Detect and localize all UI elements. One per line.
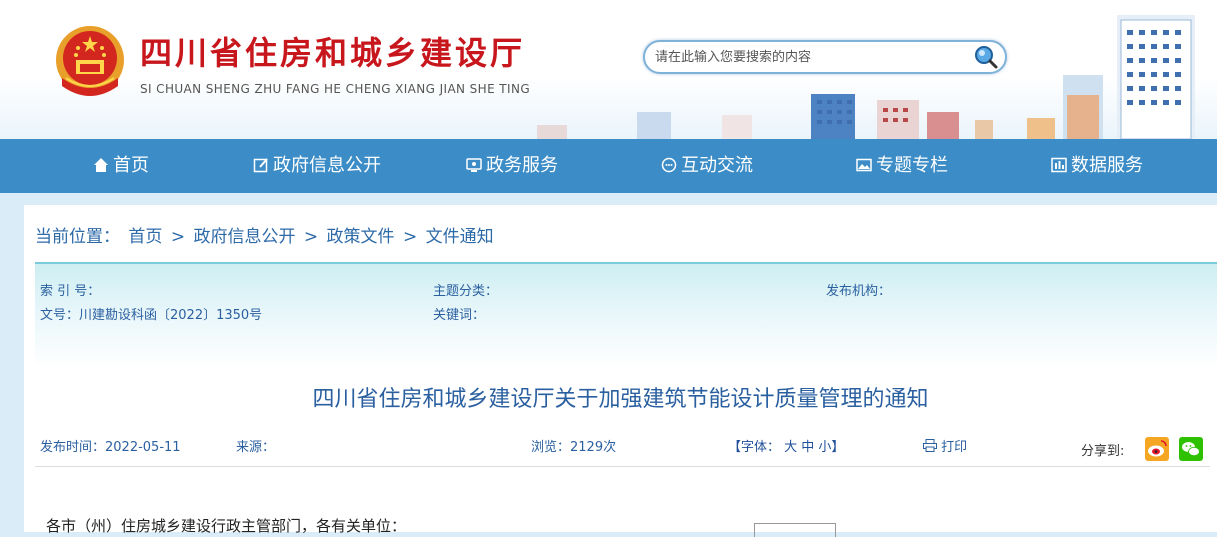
breadcrumb-prefix: 当前位置：: [35, 227, 120, 247]
print-icon: [923, 439, 937, 452]
search-icon[interactable]: [973, 44, 999, 70]
nav-data-service[interactable]: 数据服务: [1051, 139, 1143, 193]
breadcrumb-gov-info[interactable]: 政府信息公开: [193, 227, 295, 247]
breadcrumb: 当前位置： 首页 > 政府信息公开 > 政策文件 > 文件通知: [35, 222, 497, 247]
share-label: 分享到:: [1081, 444, 1125, 459]
breadcrumb-separator: >: [303, 227, 319, 247]
breadcrumb-separator: >: [170, 227, 186, 247]
nav-interaction[interactable]: 互动交流: [661, 139, 753, 193]
article-salutation: 各市（州）住房城乡建设行政主管部门，各有关单位：: [46, 517, 407, 535]
nav-home[interactable]: 首页: [93, 139, 149, 193]
monitor-icon: [466, 158, 482, 172]
nav-topics-label: 专题专栏: [876, 155, 948, 176]
nav-data-service-label: 数据服务: [1071, 155, 1143, 176]
meta-index: 索 引 号：: [40, 284, 101, 299]
breadcrumb-policy[interactable]: 政策文件: [327, 227, 395, 247]
chart-icon: [1051, 157, 1067, 173]
meta-doc-no: 文号：川建勘设科函〔2022〕1350号: [40, 308, 263, 323]
source-label: 来源：: [236, 440, 276, 455]
edit-icon: [253, 158, 268, 173]
nav-gov-info-label: 政府信息公开: [273, 155, 381, 176]
breadcrumb-home[interactable]: 首页: [128, 227, 162, 247]
publish-time: 发布时间：2022-05-11: [40, 440, 181, 455]
search-input[interactable]: [655, 47, 975, 67]
nav-interaction-label: 互动交流: [681, 155, 753, 176]
print-label: 打印: [941, 440, 968, 455]
weibo-icon[interactable]: [1145, 437, 1169, 461]
meta-publisher: 发布机构：: [826, 284, 892, 299]
nav-gov-info[interactable]: 政府信息公开: [253, 139, 381, 193]
document-meta-box: 索 引 号： 主题分类： 发布机构： 文号：川建勘设科函〔2022〕1350号 …: [35, 262, 1217, 368]
national-emblem-icon: [56, 26, 124, 96]
print-button[interactable]: 打印: [923, 436, 967, 455]
content-panel: 当前位置： 首页 > 政府信息公开 > 政策文件 > 文件通知 索 引 号： 主…: [24, 205, 1217, 537]
chat-icon: [661, 157, 677, 173]
nav-gov-service-label: 政务服务: [486, 155, 558, 176]
main-nav: 首页 政府信息公开 政务服务 互动交流 专题专栏 数据服务: [0, 139, 1217, 193]
nav-home-label: 首页: [113, 155, 149, 176]
search-box: [643, 40, 1007, 74]
site-header: 四川省住房和城乡建设厅 SI CHUAN SHENG ZHU FANG HE C…: [0, 0, 1217, 139]
divider: [35, 466, 1210, 467]
font-size-control[interactable]: 【字体： 大 中 小】: [728, 436, 844, 455]
site-title: 四川省住房和城乡建设厅: [140, 34, 526, 72]
meta-keywords: 关键词：: [433, 308, 486, 323]
home-icon: [94, 158, 108, 172]
side-tab: [754, 523, 836, 537]
site-pinyin: SI CHUAN SHENG ZHU FANG HE CHENG XIANG J…: [140, 82, 531, 96]
wechat-icon[interactable]: [1179, 437, 1203, 461]
image-icon: [856, 158, 872, 172]
breadcrumb-separator: >: [402, 227, 418, 247]
view-count: 浏览：2129次: [531, 440, 617, 455]
breadcrumb-notice[interactable]: 文件通知: [426, 227, 494, 247]
meta-topic: 主题分类：: [433, 284, 499, 299]
nav-topics[interactable]: 专题专栏: [856, 139, 948, 193]
article-title: 四川省住房和城乡建设厅关于加强建筑节能设计质量管理的通知: [312, 387, 929, 412]
nav-gov-service[interactable]: 政务服务: [466, 139, 558, 193]
